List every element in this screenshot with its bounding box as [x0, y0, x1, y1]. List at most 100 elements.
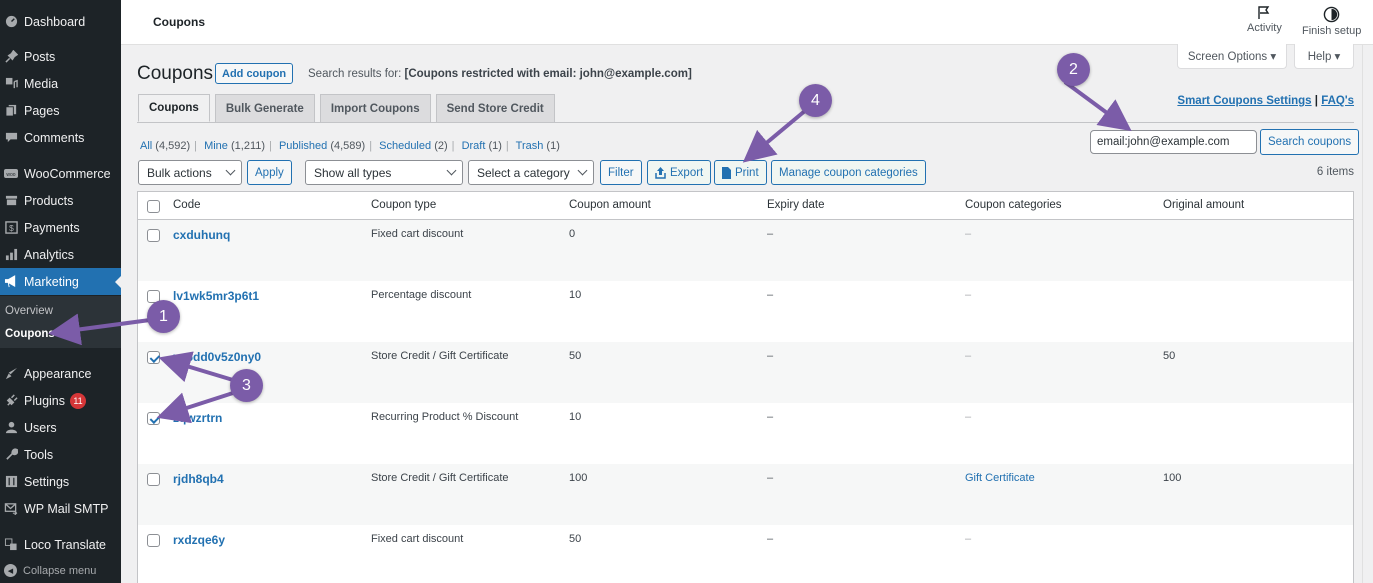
column-coupon-categories: Coupon categories — [965, 199, 1062, 211]
filter-button[interactable]: Filter — [600, 160, 642, 185]
sidebar-item-pages[interactable]: Pages — [0, 97, 121, 124]
filter-published[interactable]: Published (4,589) — [279, 140, 365, 152]
original-amount-cell: 50 — [1163, 350, 1176, 362]
submenu-item-coupons[interactable]: Coupons — [5, 328, 55, 340]
coupon-categories-cell: – — [965, 350, 972, 362]
coupon-type-cell: Recurring Product % Discount — [371, 411, 519, 423]
print-label: Print — [735, 166, 759, 179]
coupon-amount-cell: 50 — [569, 533, 582, 545]
sidebar-item-marketing[interactable]: Marketing — [0, 268, 121, 295]
coupon-search-input[interactable] — [1090, 130, 1257, 154]
filter-all[interactable]: All (4,592) — [140, 140, 190, 152]
row-checkbox[interactable] — [147, 351, 160, 364]
activity-button[interactable]: Activity — [1247, 6, 1282, 34]
table-row: rjdh8qb4 Store Credit / Gift Certificate 1… — [138, 464, 1353, 525]
category-select[interactable]: Select a category — [468, 160, 594, 185]
plugins-update-badge: 11 — [70, 392, 86, 409]
column-code[interactable]: Code — [173, 199, 201, 211]
coupon-type-cell: Fixed cart discount — [371, 228, 464, 240]
filter-draft[interactable]: Draft (1) — [462, 140, 502, 152]
coupon-code-link[interactable]: cxduhunq — [173, 228, 230, 242]
coupon-amount-cell: 10 — [569, 289, 582, 301]
tab-send-store-credit[interactable]: Send Store Credit — [435, 94, 555, 122]
row-checkbox[interactable] — [147, 534, 160, 547]
sidebar-label: Pages — [24, 103, 60, 118]
sidebar-label: Products — [24, 193, 74, 208]
sidebar-label: Dashboard — [24, 14, 86, 29]
column-coupon-amount: Coupon amount — [569, 199, 651, 211]
search-coupons-button[interactable]: Search coupons — [1260, 129, 1360, 155]
chevron-down-icon — [577, 165, 588, 176]
coupon-code-link[interactable]: xc6dd0v5z0ny0 — [173, 350, 261, 364]
sidebar-item-comments[interactable]: Comments — [0, 124, 121, 151]
row-checkbox[interactable] — [147, 229, 160, 242]
tab-bulk-generate[interactable]: Bulk Generate — [214, 94, 315, 122]
row-checkbox[interactable] — [147, 412, 160, 425]
link-separator: | — [1314, 95, 1319, 107]
coupon-code-link[interactable]: rjdh8qb4 — [173, 472, 224, 486]
coupon-code-link[interactable]: lv1wk5mr3p6t1 — [173, 289, 259, 303]
sidebar-label: Tools — [24, 447, 54, 462]
expiry-date-cell: – — [767, 533, 774, 545]
print-button[interactable]: Print — [714, 160, 767, 185]
sidebar-item-dashboard[interactable]: Dashboard — [0, 8, 121, 35]
sidebar-item-analytics[interactable]: Analytics — [0, 241, 121, 268]
bulk-actions-select[interactable]: Bulk actions — [138, 160, 242, 185]
sidebar-item-appearance[interactable]: Appearance — [0, 360, 121, 387]
tab-import-coupons[interactable]: Import Coupons — [319, 94, 431, 122]
sidebar-item-payments[interactable]: $ Payments — [0, 214, 121, 241]
admin-sidebar: Dashboard Posts Media Pages Comments woo… — [0, 0, 121, 583]
document-icon — [722, 166, 731, 179]
sidebar-item-tools[interactable]: Tools — [0, 441, 121, 468]
expiry-date-cell: – — [767, 350, 774, 362]
media-icon — [4, 77, 18, 91]
coupon-categories-cell: – — [965, 289, 972, 301]
sidebar-item-posts[interactable]: Posts — [0, 43, 121, 70]
filter-mine[interactable]: Mine (1,211) — [204, 140, 265, 152]
faq-link[interactable]: FAQ's — [1321, 95, 1354, 107]
sidebar-item-products[interactable]: Products — [0, 187, 121, 214]
filter-label: All — [140, 140, 153, 152]
chevron-down-icon — [446, 165, 457, 176]
finish-setup-button[interactable]: Finish setup — [1302, 6, 1361, 37]
coupon-code-link[interactable]: zqwzrtrn — [173, 411, 222, 425]
sidebar-item-users[interactable]: Users — [0, 414, 121, 441]
submenu-item-overview[interactable]: Overview — [5, 305, 53, 317]
plugin-icon — [4, 394, 18, 408]
sidebar-item-loco-translate[interactable]: Loco Translate — [0, 531, 121, 558]
filter-trash[interactable]: Trash (1) — [516, 140, 560, 152]
tab-coupons[interactable]: Coupons — [138, 94, 210, 122]
row-checkbox[interactable] — [147, 473, 160, 486]
help-button[interactable]: Help ▾ — [1294, 44, 1354, 69]
table-header: Code Coupon type Coupon amount Expiry da… — [138, 192, 1353, 220]
sidebar-item-media[interactable]: Media — [0, 70, 121, 97]
export-button[interactable]: Export — [647, 160, 712, 185]
filter-scheduled[interactable]: Scheduled (2) — [379, 140, 448, 152]
select-all-checkbox[interactable] — [147, 200, 160, 213]
coupon-code-link[interactable]: rxdzqe6y — [173, 533, 225, 547]
sidebar-item-plugins[interactable]: Plugins 11 — [0, 387, 121, 414]
collapse-menu-button[interactable]: ◀ Collapse menu — [0, 557, 121, 583]
sidebar-label: Posts — [24, 49, 56, 64]
annotation-callout-2: 2 — [1057, 53, 1090, 86]
sidebar-item-settings[interactable]: Settings — [0, 468, 121, 495]
sidebar-label: Users — [24, 420, 57, 435]
smart-coupons-settings-link[interactable]: Smart Coupons Settings — [1177, 95, 1311, 107]
sidebar-item-woocommerce[interactable]: woo WooCommerce — [0, 160, 121, 187]
screen-options-button[interactable]: Screen Options ▾ — [1177, 44, 1287, 69]
sidebar-item-wp-mail-smtp[interactable]: WP Mail SMTP — [0, 495, 121, 522]
wrench-icon — [4, 448, 18, 462]
coupon-type-cell: Store Credit / Gift Certificate — [371, 350, 509, 362]
add-coupon-button[interactable]: Add coupon — [215, 63, 294, 84]
manage-coupon-categories-button[interactable]: Manage coupon categories — [771, 160, 926, 185]
apply-button[interactable]: Apply — [247, 160, 292, 185]
table-row: rxdzqe6y Fixed cart discount 50 – – — [138, 525, 1353, 583]
megaphone-icon — [4, 275, 18, 289]
coupon-type-select[interactable]: Show all types — [305, 160, 463, 185]
coupon-category-link[interactable]: Gift Certificate — [965, 472, 1035, 484]
mail-icon — [4, 502, 18, 516]
bulk-actions-value: Bulk actions — [147, 165, 212, 180]
filter-label: Scheduled — [379, 140, 432, 152]
page-scrollbar[interactable] — [1362, 45, 1373, 583]
coupon-tabs: Coupons Bulk Generate Import Coupons Sen… — [138, 94, 560, 122]
